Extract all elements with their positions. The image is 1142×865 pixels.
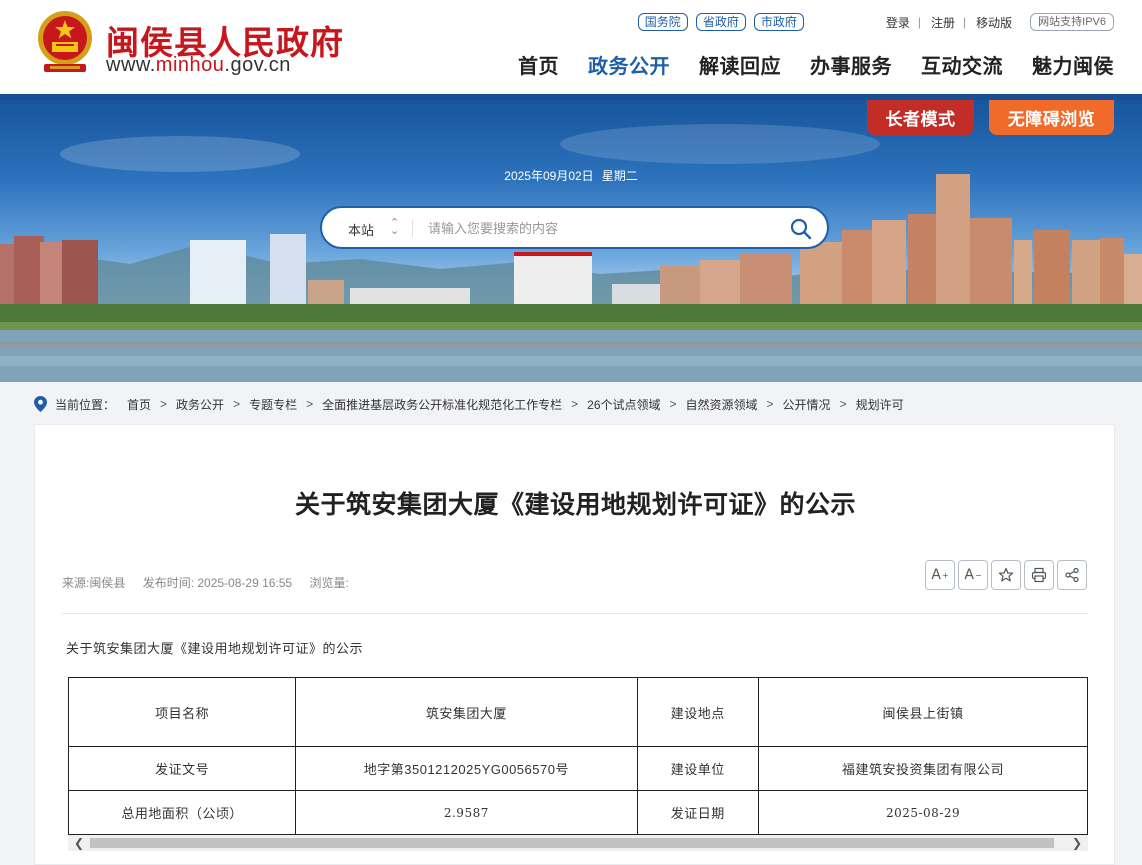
table-cell: 2025-08-29	[758, 790, 1088, 835]
nav-services[interactable]: 办事服务	[810, 50, 892, 79]
register-link[interactable]: 注册	[931, 14, 955, 31]
breadcrumb-planning-permit[interactable]: 规划许可	[856, 396, 904, 413]
ipv6-badge: 网站支持IPV6	[1030, 13, 1114, 31]
table-cell: 建设单位	[636, 746, 760, 791]
site-header: 闽侯县人民政府 www.minhou.gov.cn 国务院 省政府 市政府 登录…	[0, 0, 1142, 94]
horizontal-scrollbar[interactable]: ❮ ❯	[68, 835, 1088, 851]
breadcrumb-standardization-column[interactable]: 全面推进基层政务公开标准化规范化工作专栏	[322, 396, 562, 413]
table-scroll-container[interactable]: 项目名称 筑安集团大厦 建设地点 闽侯县上街镇 发证文号 地字第35012120…	[68, 677, 1088, 835]
separator: |	[917, 15, 921, 29]
main-nav: 首页 政务公开 解读回应 办事服务 互动交流 魅力闽侯	[489, 50, 1114, 79]
font-increase-icon[interactable]: A +	[925, 560, 955, 590]
share-icon[interactable]	[1057, 560, 1087, 590]
breadcrumb: 当前位置： 首页 > 政务公开 > 专题专栏 > 全面推进基层政务公开标准化规范…	[34, 395, 904, 413]
permit-table: 项目名称 筑安集团大厦 建设地点 闽侯县上街镇 发证文号 地字第35012120…	[68, 677, 1088, 835]
divider	[412, 220, 413, 237]
sort-arrows-icon: ⌃ ⌄	[390, 217, 400, 237]
nav-interaction[interactable]: 互动交流	[921, 50, 1003, 79]
breadcrumb-special-column[interactable]: 专题专栏	[249, 396, 297, 413]
location-pin-icon	[34, 396, 47, 412]
scrollbar-thumb[interactable]	[90, 838, 1054, 848]
nav-charm-minhou[interactable]: 魅力闽侯	[1032, 50, 1114, 79]
search-icon[interactable]	[789, 217, 813, 241]
print-icon[interactable]	[1024, 560, 1054, 590]
top-links: 国务院 省政府 市政府 登录 | 注册 | 移动版 网站支持IPV6	[637, 12, 1114, 32]
article-title: 关于筑安集团大厦《建设用地规划许可证》的公示	[294, 491, 856, 519]
breadcrumb-natural-resources[interactable]: 自然资源领域	[686, 396, 758, 413]
table-row: 发证文号 地字第3501212025YG0056570号 建设单位 福建筑安投资…	[68, 746, 1088, 791]
table-cell: 项目名称	[68, 677, 297, 747]
breadcrumb-pilot-fields[interactable]: 26个试点领域	[587, 396, 660, 413]
mobile-version-link[interactable]: 移动版	[976, 14, 1012, 31]
separator: |	[963, 15, 967, 29]
article-toolbar: A + A −	[922, 560, 1087, 590]
hero-banner: 长者模式 无障碍浏览 2025年09月02日 星期二 本站 ⌃ ⌄	[0, 94, 1142, 382]
table-cell: 福建筑安投资集团有限公司	[758, 746, 1088, 791]
article-views: 浏览量:	[309, 576, 349, 590]
nav-home[interactable]: 首页	[518, 50, 559, 79]
article-source: 来源:闽侯县	[62, 576, 126, 590]
link-state-council[interactable]: 国务院	[637, 13, 688, 31]
breadcrumb-gov-affairs[interactable]: 政务公开	[176, 396, 224, 413]
breadcrumb-home[interactable]: 首页	[127, 396, 151, 413]
scroll-left-icon[interactable]: ❮	[74, 835, 84, 851]
search-scope-select[interactable]: 本站	[348, 220, 374, 239]
nav-interpretation[interactable]: 解读回应	[699, 50, 781, 79]
font-decrease-icon[interactable]: A −	[958, 560, 988, 590]
article-card: 关于筑安集团大厦《建设用地规划许可证》的公示 来源:闽侯县 发布时间: 2025…	[34, 424, 1115, 865]
nav-government-affairs[interactable]: 政务公开	[588, 50, 670, 79]
table-cell: 建设地点	[636, 677, 760, 747]
search-bar: 本站 ⌃ ⌄	[320, 206, 829, 249]
site-logo[interactable]: 闽侯县人民政府 www.minhou.gov.cn	[36, 8, 346, 82]
site-url: www.minhou.gov.cn	[106, 54, 291, 76]
elder-mode-button[interactable]: 长者模式	[867, 100, 974, 135]
link-provincial-gov[interactable]: 省政府	[695, 13, 746, 31]
search-input[interactable]	[428, 217, 768, 239]
table-row: 总用地面积（公顷） 2.9587 发证日期 2025-08-29	[68, 790, 1088, 835]
table-cell: 2.9587	[295, 790, 638, 835]
accessibility-button[interactable]: 无障碍浏览	[989, 100, 1114, 135]
table-cell: 发证日期	[636, 790, 760, 835]
current-date: 2025年09月02日 星期二	[504, 169, 638, 183]
table-row: 项目名称 筑安集团大厦 建设地点 闽侯县上街镇	[68, 677, 1088, 747]
divider	[62, 613, 1088, 614]
article-lead: 关于筑安集团大厦《建设用地规划许可证》的公示	[66, 641, 364, 656]
national-emblem-icon	[38, 11, 92, 72]
scroll-right-icon[interactable]: ❯	[1072, 835, 1082, 851]
table-cell: 地字第3501212025YG0056570号	[295, 746, 638, 791]
table-cell: 发证文号	[68, 746, 297, 791]
article-meta: 来源:闽侯县 发布时间: 2025-08-29 16:55 浏览量:	[62, 574, 363, 591]
breadcrumb-label: 当前位置：	[55, 397, 116, 412]
star-icon[interactable]	[991, 560, 1021, 590]
table-cell: 总用地面积（公顷）	[68, 790, 297, 835]
link-city-gov[interactable]: 市政府	[753, 13, 804, 31]
article-published-time: 发布时间: 2025-08-29 16:55	[142, 576, 293, 590]
breadcrumb-disclosure[interactable]: 公开情况	[783, 396, 831, 413]
table-cell: 闽侯县上街镇	[758, 677, 1088, 747]
table-cell: 筑安集团大厦	[295, 677, 638, 747]
login-link[interactable]: 登录	[886, 14, 910, 31]
